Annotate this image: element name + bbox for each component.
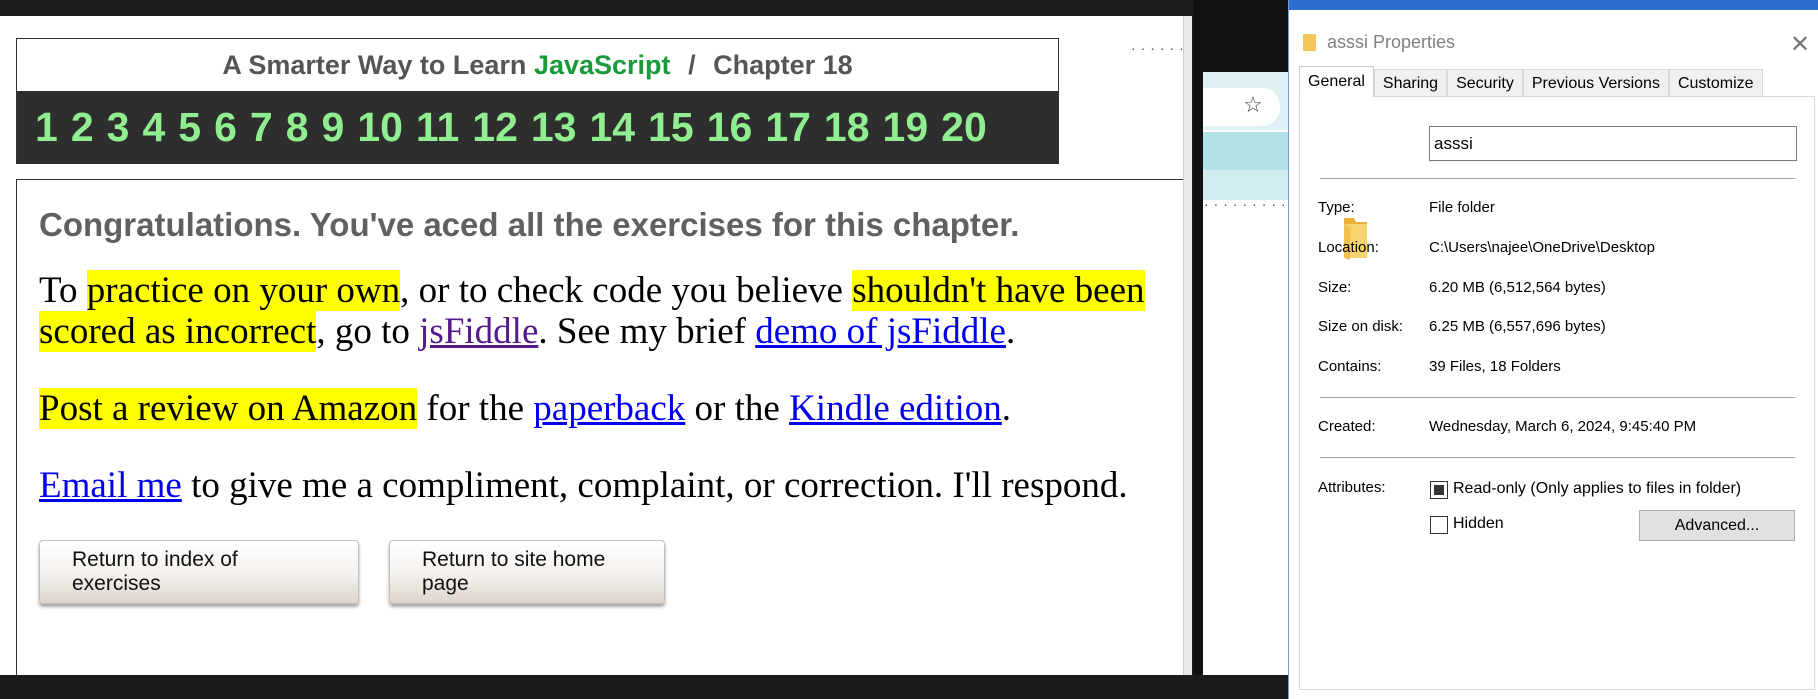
background-dots: .........	[1203, 196, 1290, 209]
close-icon[interactable]: ✕	[1785, 29, 1815, 59]
chapter-nav: 1 2 3 4 5 6 7 8 9 10 11 12 13 14 15 16 1…	[17, 91, 1058, 164]
result-panel: Congratulations. You've aced all the exe…	[16, 179, 1184, 684]
email-paragraph: Email me to give me a compliment, compla…	[39, 465, 1161, 506]
divider-contains	[1320, 397, 1795, 398]
star-icon[interactable]: ☆	[1240, 93, 1266, 119]
chapter-link-16[interactable]: 16	[707, 104, 753, 151]
tab-sharing[interactable]: Sharing	[1373, 69, 1448, 96]
dialog-tabs: General Sharing Security Previous Versio…	[1299, 66, 1763, 97]
chapter-link-20[interactable]: 20	[941, 104, 987, 151]
dialog-title: asssi Properties	[1327, 32, 1456, 52]
dialog-titlebar[interactable]: asssi Properties ✕	[1289, 10, 1818, 62]
practice-highlight: practice on your own	[86, 270, 401, 311]
general-tab-panel	[1299, 96, 1815, 690]
tab-general[interactable]: General	[1299, 66, 1374, 97]
chapter-link-11[interactable]: 11	[416, 104, 459, 151]
jsfiddle-demo-link[interactable]: demo of jsFiddle	[755, 311, 1006, 352]
chapter-link-8[interactable]: 8	[286, 104, 309, 151]
browser-page: A Smarter Way to Learn JavaScript / Chap…	[0, 16, 1184, 684]
practice-text-e: .	[1005, 311, 1016, 352]
title-chapter: Chapter 18	[713, 50, 853, 80]
kindle-link[interactable]: Kindle edition	[789, 388, 1002, 429]
chapter-link-5[interactable]: 5	[178, 104, 201, 151]
divider-created	[1320, 457, 1795, 458]
size-label: Size:	[1318, 279, 1352, 296]
practice-text-a: To	[39, 270, 87, 311]
return-index-button[interactable]: Return to index of exercises	[39, 540, 359, 604]
size-on-disk-value: 6.25 MB (6,557,696 bytes)	[1429, 318, 1606, 335]
chapter-link-10[interactable]: 10	[357, 104, 403, 151]
size-on-disk-label: Size on disk:	[1318, 318, 1404, 335]
chapter-link-4[interactable]: 4	[142, 104, 165, 151]
chapter-link-17[interactable]: 17	[765, 104, 811, 151]
jsfiddle-link[interactable]: jsFiddle	[419, 311, 538, 352]
chapter-link-7[interactable]: 7	[250, 104, 273, 151]
chapter-link-1[interactable]: 1	[35, 104, 58, 151]
chapter-link-13[interactable]: 13	[531, 104, 577, 151]
contains-label: Contains:	[1318, 358, 1382, 375]
congrats-heading: Congratulations. You've aced all the exe…	[39, 206, 1020, 243]
review-highlight: Post a review on Amazon	[39, 388, 418, 429]
size-value: 6.20 MB (6,512,564 bytes)	[1429, 279, 1606, 296]
divider-name	[1320, 178, 1795, 179]
created-value: Wednesday, March 6, 2024, 9:45:40 PM	[1429, 418, 1697, 435]
tab-customize[interactable]: Customize	[1668, 69, 1763, 96]
hidden-label: Hidden	[1453, 515, 1504, 532]
folder-icon	[1303, 34, 1316, 51]
chapter-link-19[interactable]: 19	[883, 104, 929, 151]
readonly-label: Read-only (Only applies to files in fold…	[1453, 480, 1742, 497]
contains-value: 39 Files, 18 Folders	[1429, 358, 1561, 375]
attributes-label: Attributes:	[1318, 479, 1386, 496]
selection-dots: ......	[1130, 40, 1188, 53]
tab-security[interactable]: Security	[1447, 69, 1523, 96]
practice-text-c: , go to	[316, 311, 420, 352]
properties-dialog: asssi Properties ✕ General Sharing Secur…	[1288, 0, 1818, 699]
title-separator: /	[688, 50, 696, 80]
tab-previous-versions[interactable]: Previous Versions	[1522, 69, 1669, 96]
title-javascript: JavaScript	[533, 50, 671, 80]
folder-name-field[interactable]	[1429, 126, 1797, 161]
email-text: to give me a compliment, complaint, or c…	[181, 465, 1128, 506]
chapter-link-6[interactable]: 6	[214, 104, 237, 151]
review-paragraph: Post a review on Amazon for the paperbac…	[39, 388, 1161, 429]
chapter-link-9[interactable]: 9	[322, 104, 345, 151]
background-banner	[1203, 132, 1288, 170]
readonly-checkbox[interactable]	[1430, 481, 1448, 499]
chapter-link-3[interactable]: 3	[107, 104, 130, 151]
email-link[interactable]: Email me	[39, 465, 182, 506]
practice-paragraph: To practice on your own, or to check cod…	[39, 270, 1161, 352]
chapter-link-2[interactable]: 2	[71, 104, 94, 151]
location-value: C:\Users\najee\OneDrive\Desktop	[1429, 239, 1655, 256]
bottom-strip	[0, 675, 1288, 699]
location-label: Location:	[1318, 239, 1379, 256]
chapter-link-15[interactable]: 15	[648, 104, 694, 151]
review-text-c: .	[1001, 388, 1012, 429]
review-text-a: for the	[417, 388, 534, 429]
chapter-link-14[interactable]: 14	[589, 104, 635, 151]
page-title: A Smarter Way to Learn JavaScript / Chap…	[17, 39, 1058, 91]
return-home-button[interactable]: Return to site home page	[389, 540, 665, 604]
practice-text-b: , or to check code you believe	[400, 270, 853, 311]
review-text-b: or the	[685, 388, 790, 429]
practice-text-d: . See my brief	[538, 311, 756, 352]
created-label: Created:	[1318, 418, 1376, 435]
chapter-header: A Smarter Way to Learn JavaScript / Chap…	[16, 38, 1059, 164]
paperback-link[interactable]: paperback	[533, 388, 685, 429]
title-prefix: A Smarter Way to Learn	[222, 50, 527, 80]
type-value: File folder	[1429, 199, 1495, 216]
dialog-accent-bar	[1289, 0, 1818, 10]
type-label: Type:	[1318, 199, 1355, 216]
hidden-checkbox[interactable]	[1430, 516, 1448, 534]
advanced-button[interactable]: Advanced...	[1639, 510, 1795, 541]
page-scrollbar[interactable]	[1183, 16, 1192, 675]
return-buttons: Return to index of exercises Return to s…	[39, 540, 1161, 604]
chapter-link-18[interactable]: 18	[824, 104, 870, 151]
chapter-link-12[interactable]: 12	[472, 104, 518, 151]
